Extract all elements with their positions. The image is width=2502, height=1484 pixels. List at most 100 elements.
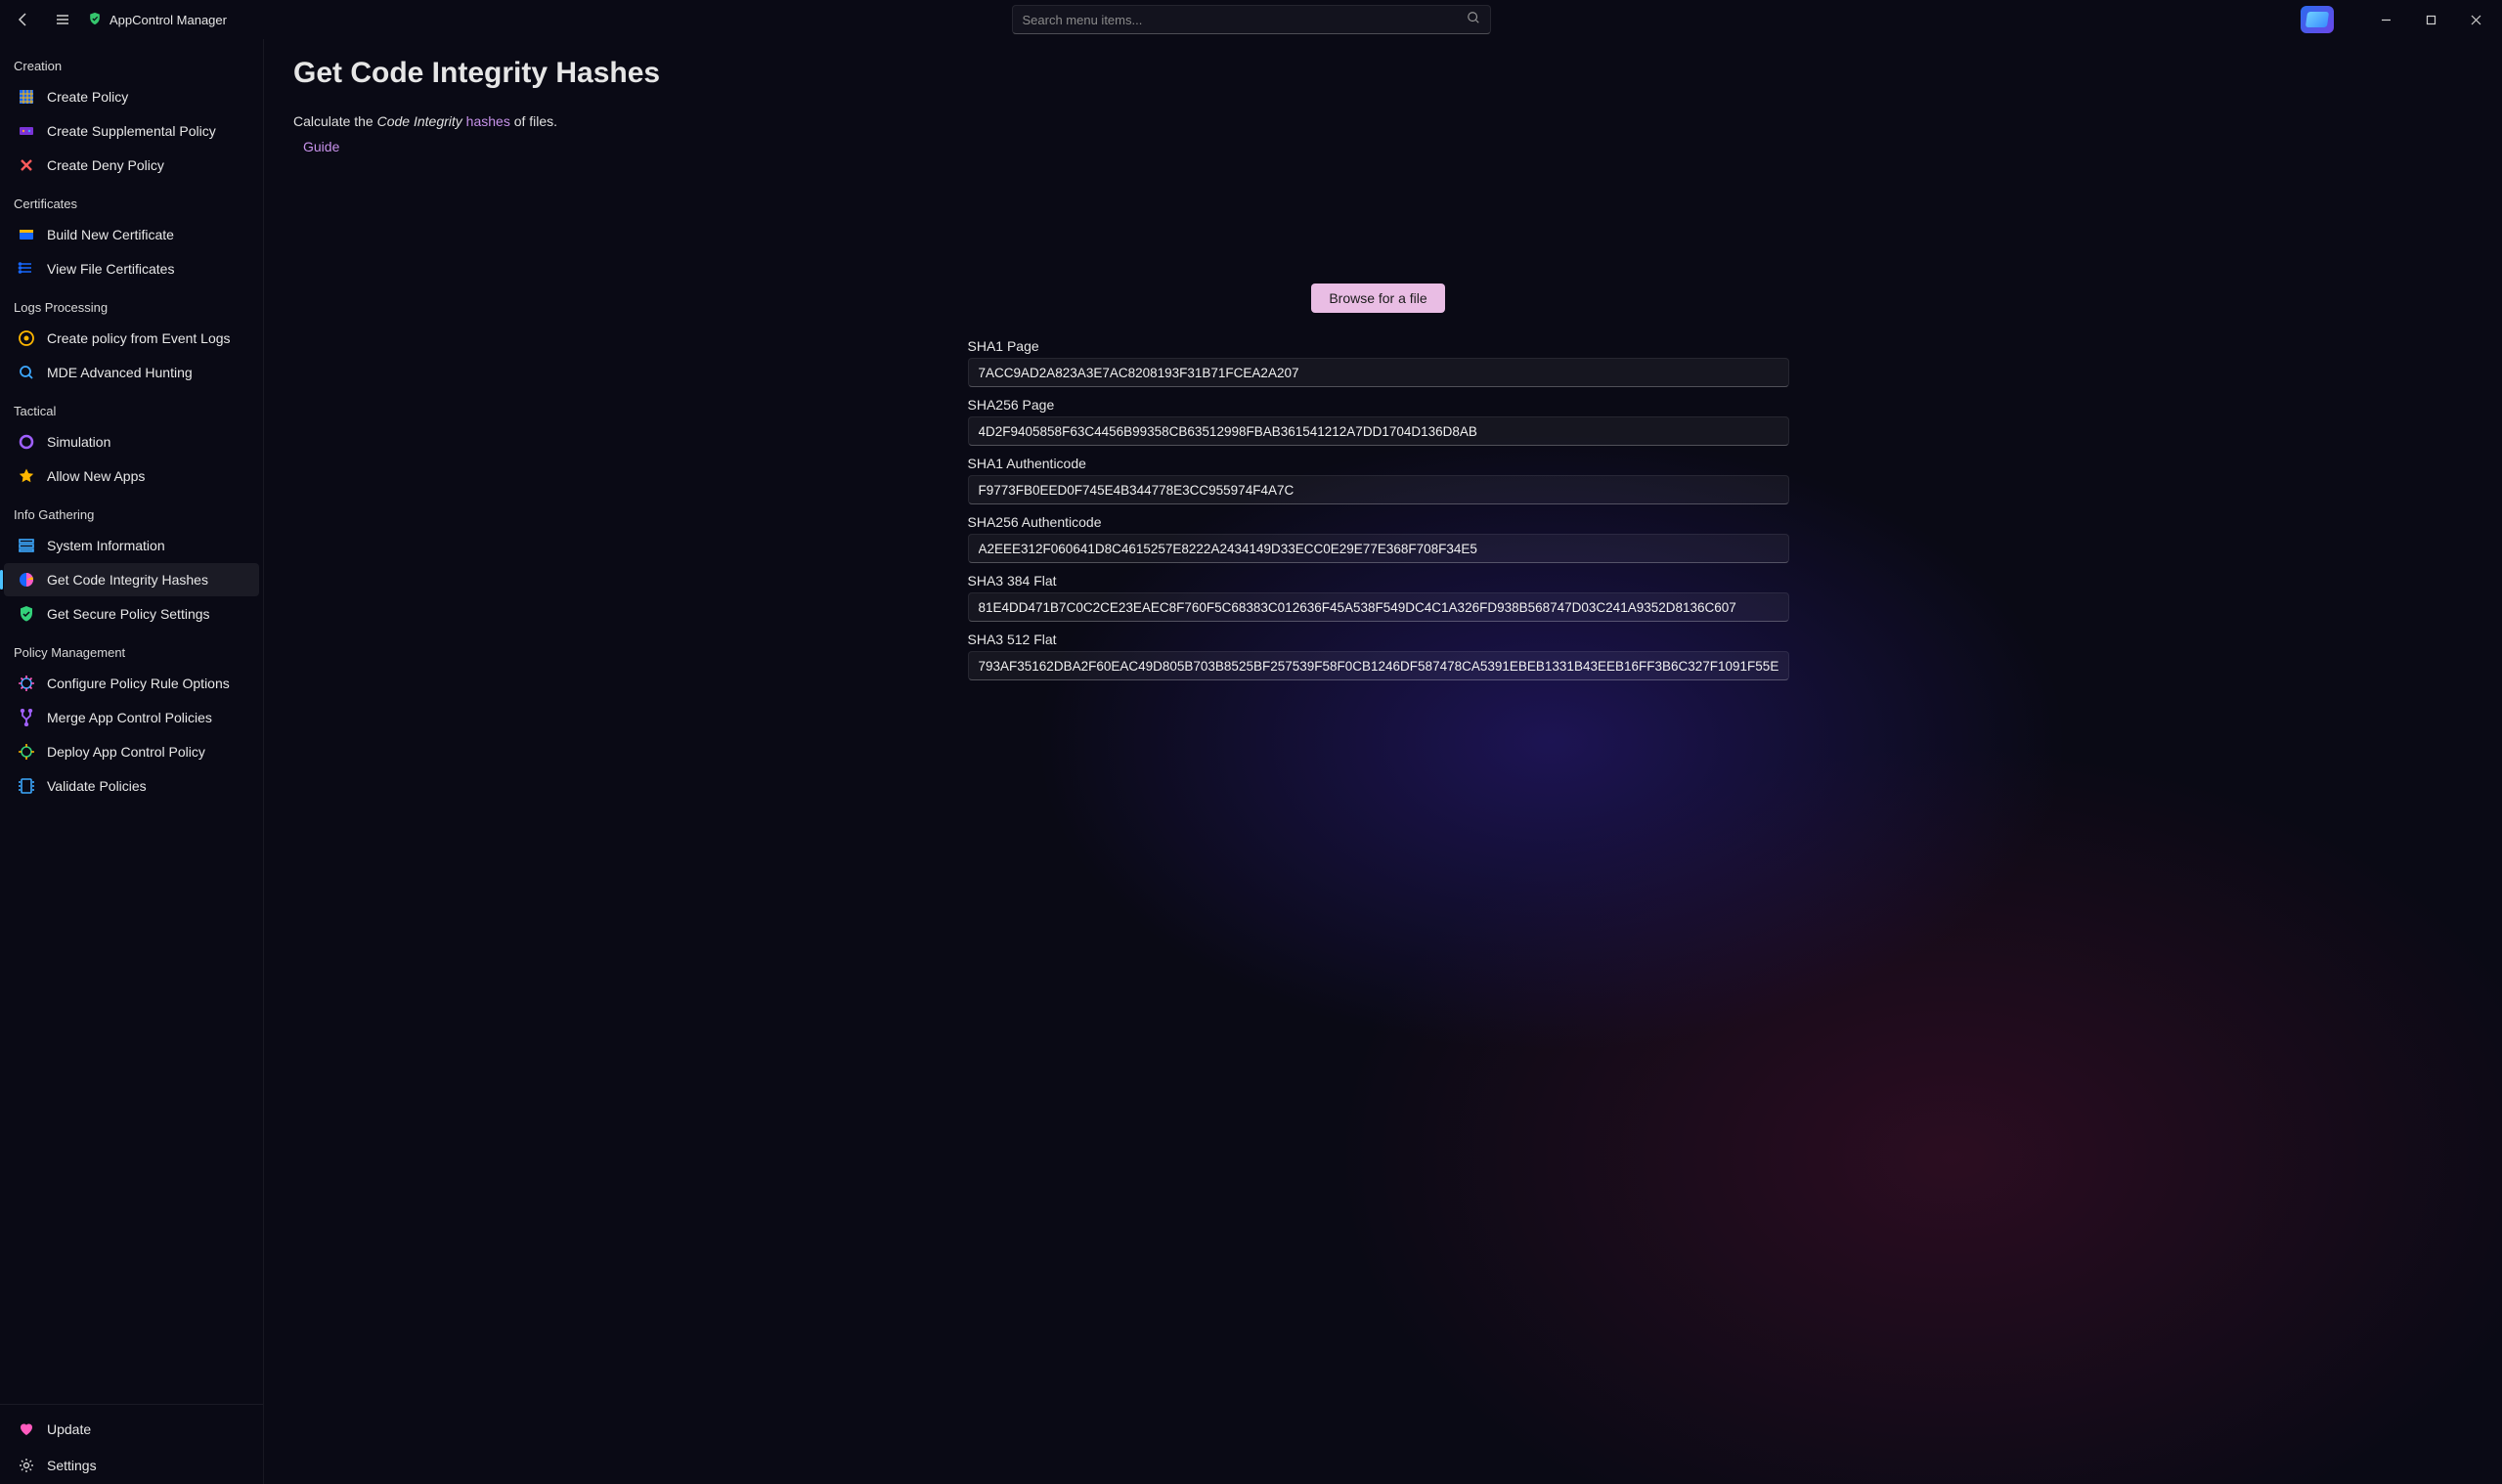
guide-row: Guide: [303, 139, 2463, 156]
sidebar-item-deploy[interactable]: Deploy App Control Policy: [4, 735, 259, 768]
intro-emphasis: Code Integrity: [377, 113, 462, 129]
sidebar-item-view-certs[interactable]: View File Certificates: [4, 252, 259, 285]
sidebar-item-label: Simulation: [47, 434, 110, 450]
page-title: Get Code Integrity Hashes: [293, 57, 2463, 90]
sidebar-item-label: Allow New Apps: [47, 468, 145, 484]
hash-fields: SHA1 Page SHA256 Page SHA1 Authenticode SHA…: [968, 338, 1789, 680]
secure-policy-icon: [18, 605, 35, 623]
sidebar-divider: [0, 1404, 263, 1405]
validate-icon: [18, 777, 35, 795]
sidebar-item-label: Create Deny Policy: [47, 157, 164, 173]
sidebar-item-label: Merge App Control Policies: [47, 710, 212, 725]
shield-icon: [88, 12, 102, 28]
hash-label: SHA3 384 Flat: [968, 573, 1789, 589]
sidebar-item-label: Deploy App Control Policy: [47, 744, 205, 760]
hash-label: SHA3 512 Flat: [968, 632, 1789, 647]
hash-label: SHA256 Authenticode: [968, 514, 1789, 530]
update-icon: [18, 1420, 35, 1438]
sidebar-item-label: Update: [47, 1421, 91, 1437]
sidebar-item-label: Get Secure Policy Settings: [47, 606, 210, 622]
sidebar-item-create-policy[interactable]: Create Policy: [4, 80, 259, 113]
sidebar-item-mde-hunting[interactable]: MDE Advanced Hunting: [4, 356, 259, 389]
sidebar-item-label: MDE Advanced Hunting: [47, 365, 193, 380]
arrow-left-icon: [16, 12, 31, 27]
section-header: Policy Management: [0, 632, 263, 666]
sidebar-item-settings[interactable]: Settings: [4, 1448, 259, 1483]
window-maximize[interactable]: [2408, 0, 2453, 39]
simulation-icon: [18, 433, 35, 451]
merge-icon: [18, 709, 35, 726]
sidebar-item-label: View File Certificates: [47, 261, 174, 277]
mde-hunting-icon: [18, 364, 35, 381]
create-supplemental-icon: [18, 122, 35, 140]
intro-prefix: Calculate the: [293, 113, 377, 129]
section-header: Info Gathering: [0, 494, 263, 528]
section-header: Logs Processing: [0, 286, 263, 321]
search-input[interactable]: [1023, 13, 1467, 27]
sidebar-item-label: Get Code Integrity Hashes: [47, 572, 208, 588]
view-certs-icon: [18, 260, 35, 278]
hash-value-input[interactable]: [968, 592, 1789, 622]
sidebar-item-simulation[interactable]: Simulation: [4, 425, 259, 458]
ci-hashes-icon: [18, 571, 35, 589]
sidebar-item-policy-from-logs[interactable]: Create policy from Event Logs: [4, 322, 259, 355]
guide-link[interactable]: Guide: [303, 139, 339, 154]
intro-text: Calculate the Code Integrity hashes of f…: [293, 113, 2463, 129]
hash-value-input[interactable]: [968, 358, 1789, 387]
sidebar-item-validate[interactable]: Validate Policies: [4, 769, 259, 803]
sidebar-item-rule-options[interactable]: Configure Policy Rule Options: [4, 667, 259, 700]
copilot-icon[interactable]: [2301, 6, 2334, 33]
hash-value-input[interactable]: [968, 534, 1789, 563]
hash-label: SHA1 Authenticode: [968, 456, 1789, 471]
section-header: Tactical: [0, 390, 263, 424]
sidebar-item-label: Build New Certificate: [47, 227, 174, 242]
sidebar-item-merge[interactable]: Merge App Control Policies: [4, 701, 259, 734]
sidebar-item-label: Validate Policies: [47, 778, 147, 794]
policy-from-logs-icon: [18, 329, 35, 347]
allow-apps-icon: [18, 467, 35, 485]
search-box[interactable]: [1012, 5, 1491, 34]
hash-value-input[interactable]: [968, 416, 1789, 446]
back-button[interactable]: [4, 0, 43, 39]
intro-suffix: of files.: [510, 113, 557, 129]
sidebar-item-secure-policy[interactable]: Get Secure Policy Settings: [4, 597, 259, 631]
sidebar-item-build-cert[interactable]: Build New Certificate: [4, 218, 259, 251]
rule-options-icon: [18, 675, 35, 692]
search-icon: [1467, 11, 1480, 29]
hash-value-input[interactable]: [968, 651, 1789, 680]
sidebar-item-sys-info[interactable]: System Information: [4, 529, 259, 562]
sidebar: Creation Create Policy Create Supplemental…: [0, 39, 264, 1484]
hash-label: SHA256 Page: [968, 397, 1789, 413]
sys-info-icon: [18, 537, 35, 554]
sidebar-item-label: Create policy from Event Logs: [47, 330, 231, 346]
sidebar-item-label: Configure Policy Rule Options: [47, 676, 230, 691]
sidebar-item-create-supplemental[interactable]: Create Supplemental Policy: [4, 114, 259, 148]
hash-value-input[interactable]: [968, 475, 1789, 504]
section-header: Creation: [0, 45, 263, 79]
sidebar-item-label: Create Policy: [47, 89, 128, 105]
sidebar-item-create-deny[interactable]: Create Deny Policy: [4, 149, 259, 182]
app-title: AppControl Manager: [110, 13, 227, 27]
hashes-link[interactable]: hashes: [462, 113, 510, 129]
sidebar-item-update[interactable]: Update: [4, 1412, 259, 1447]
sidebar-item-allow-apps[interactable]: Allow New Apps: [4, 459, 259, 493]
main-content: Get Code Integrity Hashes Calculate the …: [264, 39, 2502, 1484]
hash-label: SHA1 Page: [968, 338, 1789, 354]
app-title-group: AppControl Manager: [88, 12, 227, 28]
title-bar: AppControl Manager: [0, 0, 2502, 39]
deploy-icon: [18, 743, 35, 761]
browse-file-button[interactable]: Browse for a file: [1311, 284, 1444, 313]
sidebar-item-ci-hashes[interactable]: Get Code Integrity Hashes: [4, 563, 259, 596]
section-header: Certificates: [0, 183, 263, 217]
sidebar-item-label: Settings: [47, 1458, 97, 1473]
create-deny-icon: [18, 156, 35, 174]
settings-icon: [18, 1457, 35, 1474]
sidebar-item-label: System Information: [47, 538, 165, 553]
window-minimize[interactable]: [2363, 0, 2408, 39]
hamburger-button[interactable]: [43, 0, 82, 39]
window-close[interactable]: [2453, 0, 2498, 39]
create-policy-icon: [18, 88, 35, 106]
hamburger-icon: [55, 12, 70, 27]
build-cert-icon: [18, 226, 35, 243]
sidebar-item-label: Create Supplemental Policy: [47, 123, 216, 139]
